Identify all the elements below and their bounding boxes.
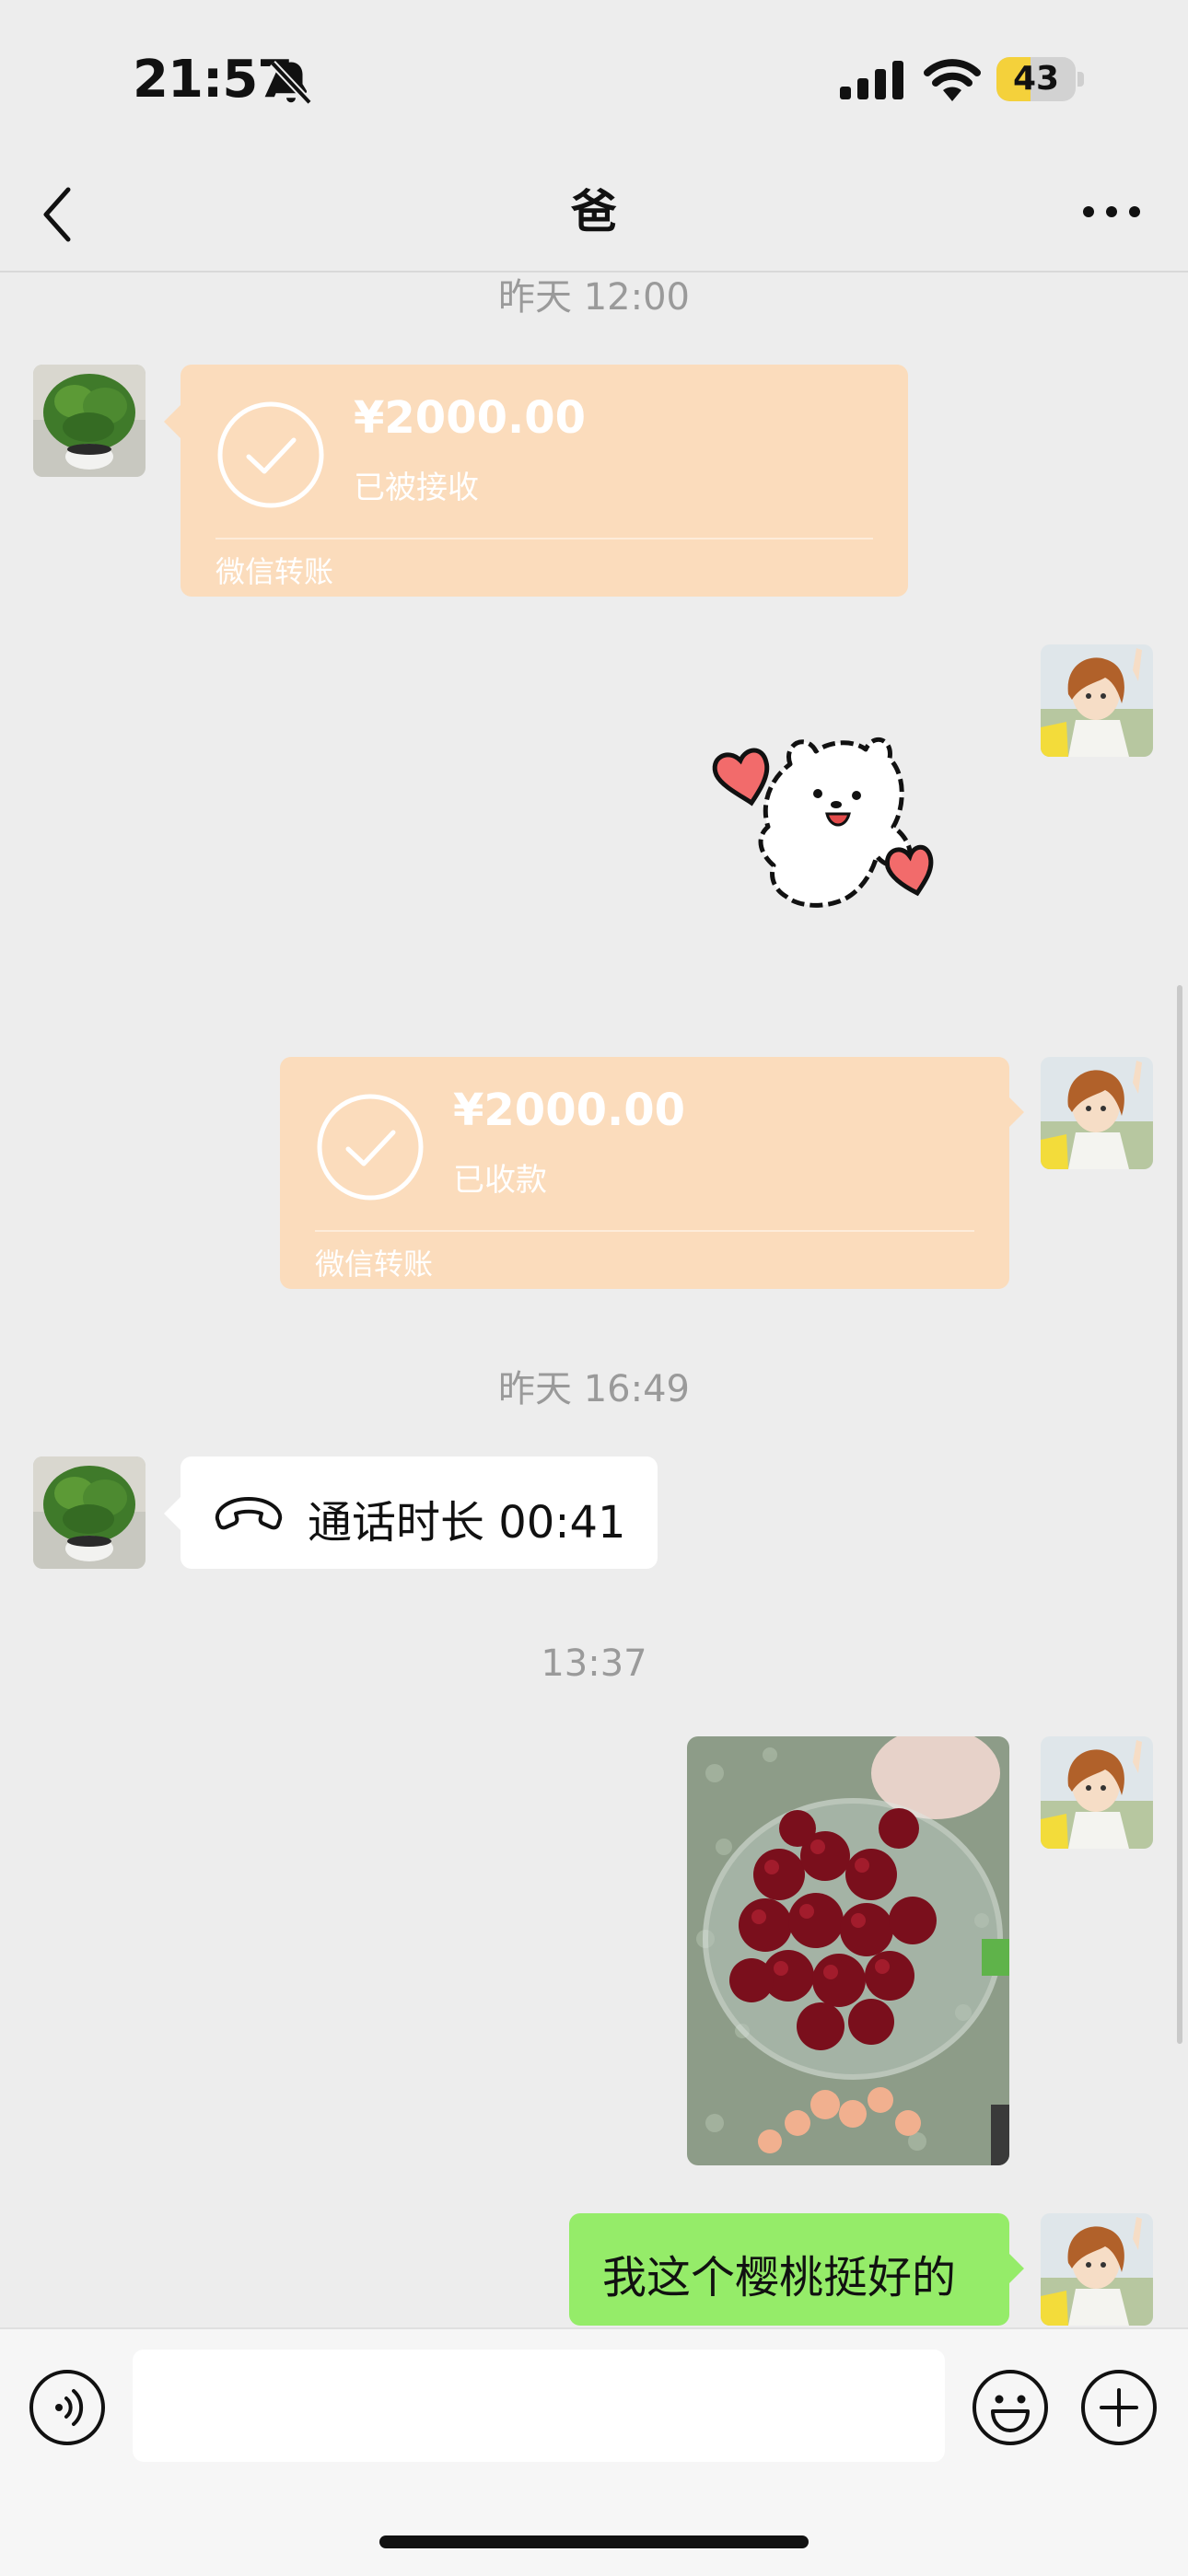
anime-avatar-image xyxy=(1041,1736,1153,1849)
phone-hangup-icon xyxy=(215,1497,283,1530)
check-circle-icon xyxy=(217,401,324,508)
photo-image xyxy=(687,1736,1009,2165)
transfer-status: 已被接收 xyxy=(354,470,479,506)
my-avatar[interactable] xyxy=(1041,1736,1153,1849)
voice-icon[interactable] xyxy=(28,2368,107,2447)
emoji-icon[interactable] xyxy=(971,2368,1050,2447)
message-input[interactable] xyxy=(133,2350,945,2462)
bell-slash-icon xyxy=(270,61,312,105)
cellular-signal-icon xyxy=(840,61,903,99)
my-avatar[interactable] xyxy=(1041,1057,1153,1169)
check-circle-icon xyxy=(317,1094,424,1201)
contact-avatar[interactable] xyxy=(33,1456,146,1569)
transfer-amount: ¥2000.00 xyxy=(354,392,587,444)
bubble-tail xyxy=(1007,2252,1024,2285)
call-record-bubble[interactable]: 通话时长 00:41 xyxy=(181,1456,658,1569)
my-avatar[interactable] xyxy=(1041,2213,1153,2326)
transfer-divider xyxy=(315,1230,974,1232)
battery-tip xyxy=(1077,72,1084,87)
anime-avatar-image xyxy=(1041,644,1153,757)
anime-avatar-image xyxy=(1041,1057,1153,1169)
transfer-status: 已收款 xyxy=(453,1162,547,1199)
bear-with-hearts-sticker[interactable] xyxy=(709,727,950,922)
plus-circle-icon[interactable] xyxy=(1079,2368,1159,2447)
transfer-source: 微信转账 xyxy=(215,554,334,589)
message-timestamp: 13:37 xyxy=(541,1642,647,1685)
contact-avatar[interactable] xyxy=(33,365,146,477)
chat-header: 爸 xyxy=(0,157,1188,273)
call-duration-text: 通话时长 00:41 xyxy=(308,1497,626,1549)
transfer-divider xyxy=(215,538,873,540)
plant-avatar-image xyxy=(33,1456,146,1569)
home-indicator[interactable] xyxy=(379,2535,809,2548)
chat-scrollbar[interactable] xyxy=(1177,985,1182,2044)
message-timestamp: 昨天 12:00 xyxy=(498,276,690,319)
plant-avatar-image xyxy=(33,365,146,477)
chevron-left-icon[interactable] xyxy=(37,182,83,247)
battery-icon: 43 xyxy=(996,57,1085,101)
my-avatar[interactable] xyxy=(1041,644,1153,757)
cherries-in-glass-bowl-photo[interactable] xyxy=(687,1736,1009,2165)
my-text-bubble[interactable]: 我这个樱桃挺好的 xyxy=(569,2213,1009,2326)
status-bar: 21:57 43 xyxy=(0,0,1188,157)
wifi-icon xyxy=(924,59,981,101)
bubble-tail xyxy=(164,1497,181,1530)
bubble-tail xyxy=(164,405,181,438)
battery-level: 43 xyxy=(1012,60,1060,98)
transfer-card-received[interactable]: ¥2000.00 已被接收 微信转账 xyxy=(181,365,908,597)
message-text: 我这个樱桃挺好的 xyxy=(602,2252,957,2303)
bubble-tail xyxy=(1007,1096,1024,1129)
anime-avatar-image xyxy=(1041,2213,1153,2326)
chat-title: 爸 xyxy=(571,185,617,238)
transfer-amount: ¥2000.00 xyxy=(453,1085,686,1136)
ellipsis-icon[interactable] xyxy=(1079,193,1144,230)
message-timestamp: 昨天 16:49 xyxy=(498,1368,690,1410)
transfer-source: 微信转账 xyxy=(315,1247,434,1282)
transfer-card-collected[interactable]: ¥2000.00 已收款 微信转账 xyxy=(280,1057,1009,1289)
